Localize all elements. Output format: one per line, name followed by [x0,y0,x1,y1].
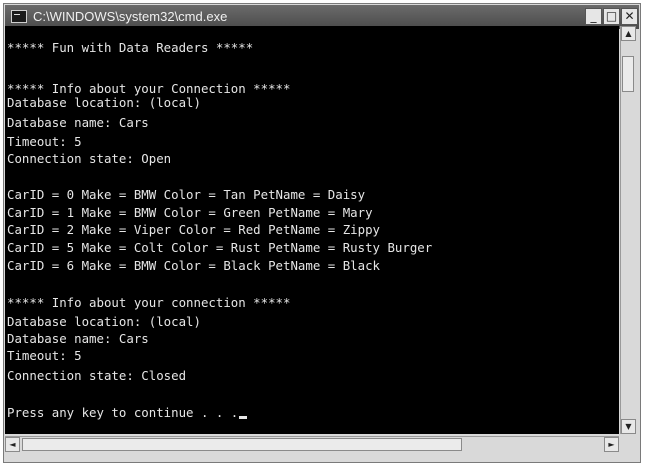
console-line: Connection state: Closed [7,368,187,383]
resize-grip[interactable] [620,436,635,452]
console-line: Timeout: 5 [7,134,82,149]
console-line: ***** Fun with Data Readers ***** [7,40,254,55]
maximize-button[interactable]: □ [603,8,620,25]
horizontal-scroll-thumb[interactable] [22,438,462,451]
text-cursor [239,416,248,419]
scroll-down-button[interactable]: ▼ [621,419,636,434]
console-prompt-text: Press any key to continue . . . [7,405,239,420]
console-line: Database location: (local) [7,314,201,329]
window-title: C:\WINDOWS\system32\cmd.exe [33,9,228,24]
console-line: CarID = 1 Make = BMW Color = Green PetNa… [7,205,373,220]
console-line: Database name: Cars [7,331,149,346]
console-line: ***** Info about your Connection ***** [7,81,291,96]
console-output[interactable]: ***** Fun with Data Readers ***** ***** … [5,26,619,434]
console-line: CarID = 0 Make = BMW Color = Tan PetName… [7,187,366,202]
console-line: Connection state: Open [7,151,172,166]
minimize-button[interactable]: _ [585,8,602,25]
console-line: Database name: Cars [7,115,149,130]
vertical-scrollbar[interactable]: ▲ ▼ [620,26,636,434]
console-line: ***** Info about your connection ***** [7,295,291,310]
horizontal-scrollbar[interactable]: ◄ ► [5,436,619,452]
close-button[interactable]: ✕ [621,8,638,25]
scroll-right-button[interactable]: ► [604,437,619,452]
console-prompt-line: Press any key to continue . . . [7,405,248,420]
console-line: Database location: (local) [7,95,201,110]
vertical-scroll-thumb[interactable] [622,56,634,92]
cmd-icon[interactable] [11,10,27,23]
console-line: CarID = 2 Make = Viper Color = Red PetNa… [7,222,380,237]
console-line: CarID = 6 Make = BMW Color = Black PetNa… [7,258,380,273]
console-line: Timeout: 5 [7,348,82,363]
scroll-left-button[interactable]: ◄ [5,437,20,452]
console-line: CarID = 5 Make = Colt Color = Rust PetNa… [7,240,433,255]
scroll-up-button[interactable]: ▲ [621,26,636,41]
